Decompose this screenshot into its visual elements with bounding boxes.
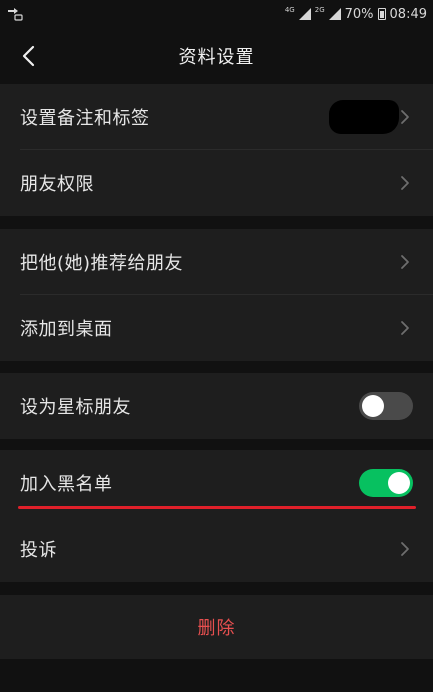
battery-percent: 70%	[344, 6, 374, 22]
friend-permission-label: 朋友权限	[20, 174, 94, 195]
back-arrow-icon	[22, 45, 35, 67]
add-to-desktop-item[interactable]: 添加到桌面	[0, 295, 433, 361]
battery-icon	[377, 8, 386, 20]
blacklist-toggle[interactable]	[359, 469, 413, 497]
clock: 08:49	[389, 6, 427, 22]
delete-label: 删除	[197, 618, 236, 639]
star-friend-toggle[interactable]	[359, 392, 413, 420]
status-bar: 4G 2G 70% 08:49	[0, 0, 433, 28]
title-bar: 资料设置	[0, 28, 433, 84]
settings-group-3: 设为星标朋友	[0, 373, 433, 439]
redacted-value	[329, 100, 399, 134]
toggle-knob	[388, 472, 410, 494]
complain-item[interactable]: 投诉	[0, 516, 433, 582]
network-type-label-2: 2G	[314, 5, 325, 14]
highlight-underline	[18, 506, 416, 509]
settings-group-4: 加入黑名单 投诉	[0, 450, 433, 582]
add-to-desktop-label: 添加到桌面	[20, 319, 113, 340]
page-title: 资料设置	[178, 47, 255, 68]
star-friend-label: 设为星标朋友	[20, 397, 131, 418]
back-button[interactable]	[12, 40, 44, 72]
recommend-to-friend-item[interactable]: 把他(她)推荐给朋友	[0, 229, 433, 295]
chevron-right-icon	[401, 255, 409, 269]
remark-and-tags-item[interactable]: 设置备注和标签	[0, 84, 433, 150]
settings-group-2: 把他(她)推荐给朋友 添加到桌面	[0, 229, 433, 361]
chevron-right-icon	[401, 176, 409, 190]
network-type-label: 4G	[284, 5, 295, 14]
toggle-knob	[362, 395, 384, 417]
recommend-to-friend-label: 把他(她)推荐给朋友	[20, 253, 184, 274]
delete-button[interactable]: 删除	[0, 595, 433, 659]
signal-icon-2	[328, 8, 341, 20]
settings-group-1: 设置备注和标签 朋友权限	[0, 84, 433, 216]
star-friend-item: 设为星标朋友	[0, 373, 433, 439]
remark-and-tags-label: 设置备注和标签	[20, 108, 150, 129]
delete-group: 删除	[0, 595, 433, 659]
blacklist-label: 加入黑名单	[20, 474, 113, 495]
chevron-right-icon	[401, 321, 409, 335]
call-forward-icon	[8, 8, 23, 21]
signal-icon	[298, 8, 311, 20]
friend-permission-item[interactable]: 朋友权限	[0, 150, 433, 216]
chevron-right-icon	[401, 542, 409, 556]
chevron-right-icon	[401, 110, 409, 124]
complain-label: 投诉	[20, 540, 57, 561]
